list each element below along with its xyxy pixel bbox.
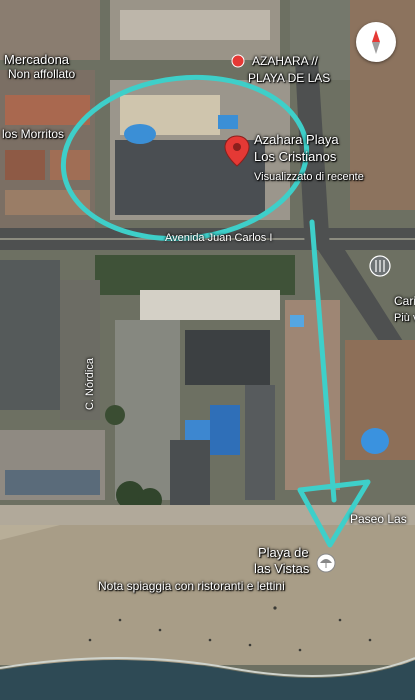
red-marker-icon[interactable] <box>231 54 245 68</box>
compass-icon[interactable] <box>356 22 396 62</box>
poi-sublabel-mercadona: Non affollato <box>8 67 76 81</box>
poi-label-azahara-top-2[interactable]: PLAYA DE LAS <box>248 72 330 85</box>
street-label-c-nordica: C. Nórdica <box>84 358 96 410</box>
hotel-sublabel: Visualizzato di recente <box>254 171 364 183</box>
beach-name-line-2[interactable]: las Vistas <box>254 562 309 575</box>
road-label-top: Avenida Juan Carlos I <box>165 232 273 244</box>
street-label-paseo: Paseo Las <box>350 512 407 526</box>
poi-label-morritos[interactable]: los Morritos <box>2 128 64 141</box>
poi-label-carism[interactable]: Carism <box>394 295 415 308</box>
beach-sublabel: Nota spiaggia con ristoranti e lettini <box>98 579 285 593</box>
hotel-name-line-2[interactable]: Los Cristianos <box>254 150 336 163</box>
beach-umbrella-pin-icon[interactable] <box>316 553 336 573</box>
satellite-map[interactable] <box>0 0 415 700</box>
fork-knife-icon[interactable] <box>369 255 391 277</box>
poi-label-mercadona[interactable]: Mercadona <box>4 53 69 66</box>
hotel-name-line-1[interactable]: Azahara Playa <box>254 133 339 146</box>
poi-label-azahara-top-1[interactable]: AZAHARA // <box>252 55 318 68</box>
beach-name-line-1[interactable]: Playa de <box>258 546 309 559</box>
poi-sublabel-carism: Più vot <box>394 312 415 324</box>
